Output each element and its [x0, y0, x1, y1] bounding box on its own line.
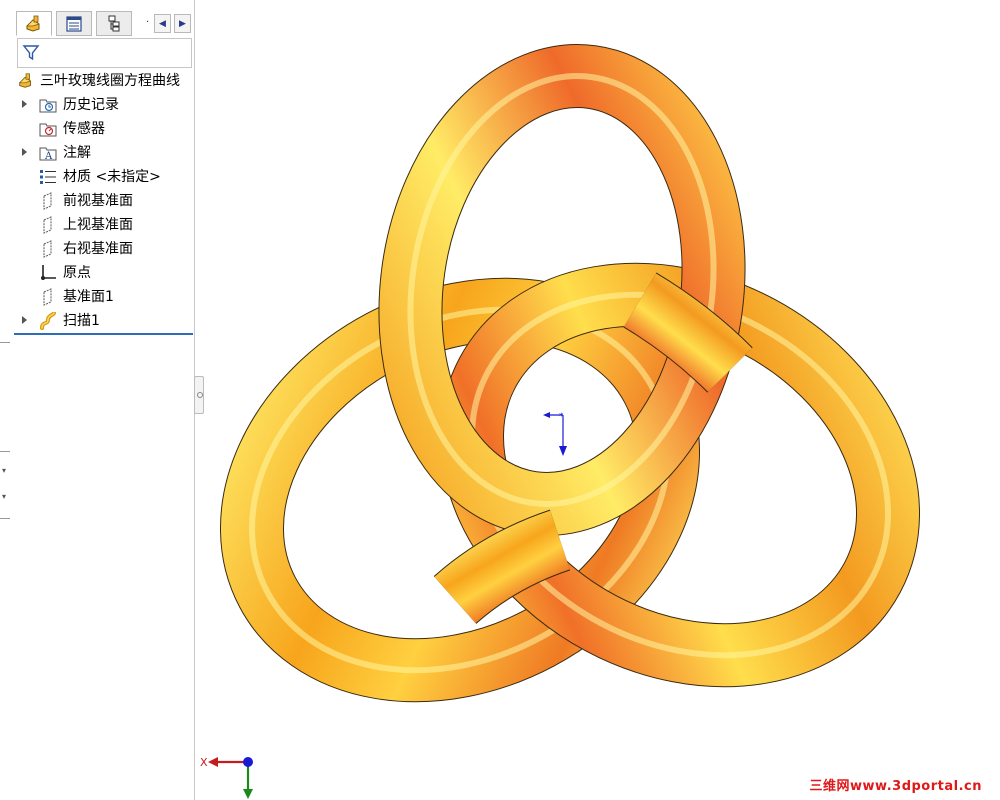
- tree-item-top-plane[interactable]: 上视基准面: [0, 213, 195, 237]
- expand-arrow-icon[interactable]: [22, 316, 27, 324]
- annotation-folder-icon: A: [39, 147, 57, 162]
- panel-divider: [0, 518, 10, 519]
- tab-scroll-left-button[interactable]: ◀: [154, 14, 171, 33]
- tree-item-label: 注解: [63, 145, 91, 161]
- panel-divider: [0, 451, 10, 452]
- plane-icon: [43, 288, 52, 306]
- tree-item-label: 前视基准面: [63, 193, 133, 209]
- rollback-bar[interactable]: [14, 333, 193, 335]
- svg-text:*: *: [559, 412, 564, 422]
- tree-item-label: 扫描1: [63, 313, 100, 329]
- tree-item-plane1[interactable]: 基准面1: [0, 285, 195, 309]
- tree-item-material[interactable]: 材质 <未指定>: [0, 165, 195, 189]
- chevron-down-icon[interactable]: ▾: [2, 466, 6, 475]
- sweep-feature-icon: [40, 312, 56, 330]
- configuration-icon: [108, 15, 120, 31]
- tree-item-label: 材质 <未指定>: [63, 169, 161, 185]
- tab-scroll-right-button[interactable]: ▶: [174, 14, 191, 33]
- plane-icon: [43, 216, 52, 234]
- tree-item-origin[interactable]: 原点: [0, 261, 195, 285]
- origin-icon: [41, 265, 56, 280]
- part-icon: [18, 73, 32, 88]
- plane-icon: [43, 192, 52, 210]
- tree-item-label: 传感器: [63, 121, 105, 137]
- panel-tab-bar: · ◀ ▶: [0, 8, 195, 38]
- feature-manager-panel: · ◀ ▶ 三叶玫瑰线圈方程曲线 历史记录 传感器 A 注解 材质 <未指定> …: [0, 0, 195, 800]
- tree-root-label: 三叶玫瑰线圈方程曲线: [40, 73, 180, 89]
- configuration-manager-tab[interactable]: [96, 11, 132, 36]
- tree-item-label: 右视基准面: [63, 241, 133, 257]
- triad-x-label: X: [200, 756, 208, 769]
- tree-item-label: 原点: [63, 265, 91, 281]
- tree-item-label: 历史记录: [63, 97, 119, 113]
- expand-arrow-icon[interactable]: [22, 100, 27, 108]
- tree-item-label: 上视基准面: [63, 217, 133, 233]
- tree-item-history[interactable]: 历史记录: [0, 93, 195, 117]
- plane-icon: [43, 240, 52, 258]
- feature-manager-tab[interactable]: [16, 11, 52, 36]
- more-tabs-icon[interactable]: ·: [146, 17, 149, 28]
- tree-root-part[interactable]: 三叶玫瑰线圈方程曲线: [0, 69, 195, 93]
- expand-arrow-icon[interactable]: [22, 148, 27, 156]
- filter-icon: [22, 45, 40, 61]
- tree-item-label: 基准面1: [63, 289, 114, 305]
- graphics-viewport[interactable]: * X 三维网www.3dportal.cn: [196, 0, 1000, 800]
- tree-item-right-plane[interactable]: 右视基准面: [0, 237, 195, 261]
- tree-item-front-plane[interactable]: 前视基准面: [0, 189, 195, 213]
- svg-text:A: A: [44, 151, 53, 162]
- sensor-folder-icon: [39, 123, 57, 137]
- property-manager-tab[interactable]: [56, 11, 92, 36]
- property-list-icon: [66, 15, 82, 32]
- panel-divider: [0, 342, 10, 343]
- part-icon: [26, 15, 40, 32]
- reference-point-marker: *: [543, 412, 567, 456]
- watermark-text: 三维网www.3dportal.cn: [809, 779, 982, 794]
- history-folder-icon: [39, 99, 57, 113]
- chevron-down-icon[interactable]: ▾: [2, 492, 6, 501]
- tree-item-annotations[interactable]: A 注解: [0, 141, 195, 165]
- tree-item-sweep1[interactable]: 扫描1: [0, 309, 195, 333]
- trefoil-knot-model[interactable]: *: [196, 0, 1000, 800]
- material-icon: [40, 170, 56, 184]
- tree-item-sensors[interactable]: 传感器: [0, 117, 195, 141]
- tree-filter-box[interactable]: [17, 38, 192, 68]
